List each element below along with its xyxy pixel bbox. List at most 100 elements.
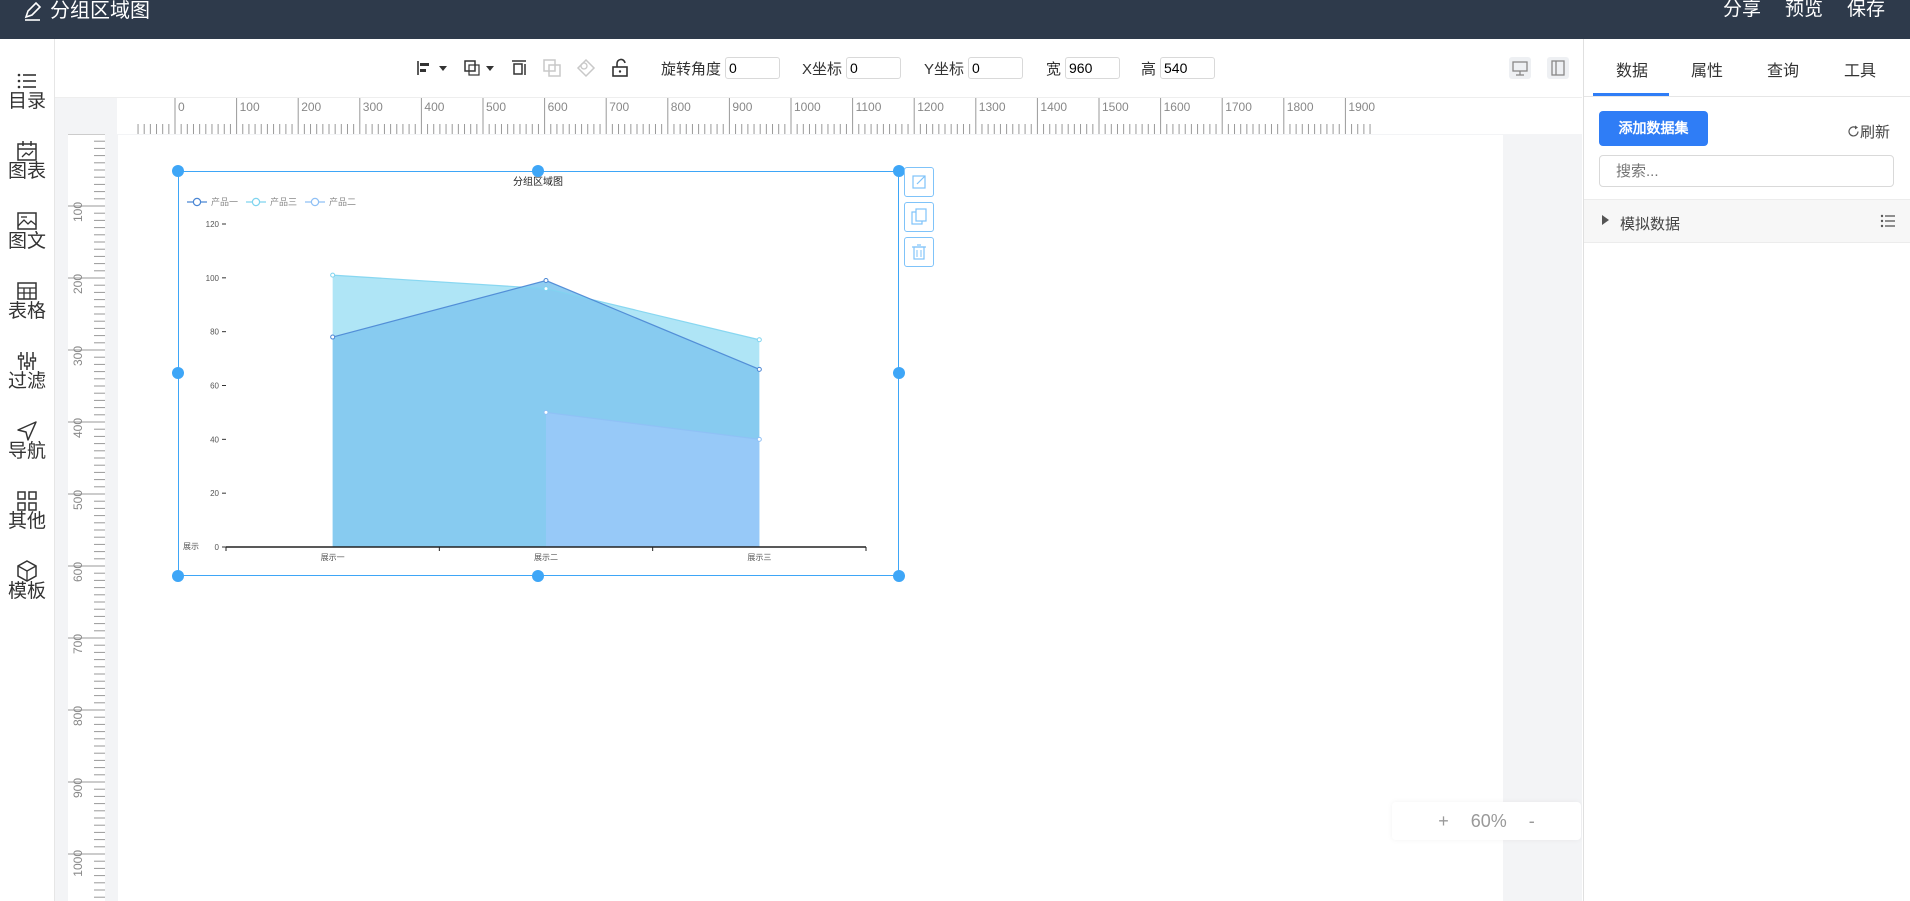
sidebar-item-label: 导航 [7,441,46,462]
x-label: X坐标 [802,60,843,78]
sidebar-item-catalog[interactable]: 目录 [0,69,54,133]
rotation-input[interactable] [725,57,781,79]
ruler-tick-label: 1000 [794,100,821,114]
data-point [756,436,762,442]
layout-icon[interactable] [1546,56,1570,80]
toolbar: 旋转角度 X坐标 Y坐标 宽 高 [55,39,1582,98]
ruler-tick-label: 1700 [1225,100,1252,114]
refresh-button[interactable]: 刷新 [1847,121,1890,142]
legend-symbol-marker [310,197,320,207]
dataset-row[interactable]: 模拟数据 [1584,199,1910,243]
sidebar-item-table[interactable]: 表格 [0,279,54,343]
sidebar-item-filter[interactable]: 过滤 [0,349,54,413]
delete-component-button[interactable] [904,237,934,267]
ruler-tick-label: 900 [71,778,85,798]
ruler-tick-label: 1200 [917,100,944,114]
ruler-tick-label: 1600 [1164,100,1191,114]
preview-button[interactable]: 预览 [1785,0,1823,22]
header-actions: 分享 预览 保存 [1723,0,1885,22]
sidebar-item-chart[interactable]: 图表 [0,139,54,203]
save-button[interactable]: 保存 [1847,0,1885,22]
ruler-tick-label: 500 [71,490,85,510]
dataset-name: 模拟数据 [1620,216,1681,233]
legend-label: 产品二 [329,196,356,207]
ruler-tick-label: 300 [71,346,85,366]
ruler-tick-label: 1000 [71,850,85,877]
layer-icon[interactable] [463,59,481,77]
data-point [756,337,762,343]
resize-handle-top-left[interactable] [172,165,184,177]
y-input[interactable] [968,57,1024,79]
zoom-out-button[interactable]: - [1529,811,1535,832]
height-label: 高 [1141,60,1157,78]
y-tick-label: 100 [206,274,220,283]
sidebar-item-label: 图表 [7,161,46,182]
chevron-down-icon[interactable] [484,62,496,74]
legend-label: 产品三 [270,196,297,207]
image-text-icon [17,212,37,230]
ruler-tick-label: 1500 [1102,100,1129,114]
width-input[interactable] [1065,57,1121,79]
width-label: 宽 [1046,60,1062,78]
design-canvas[interactable]: 分组区域图 产品一 产品三 产品二 0 20 40 60 80 100 120 展示一 展示二 展示三 展示 [118,135,1503,901]
y-tick-label: 120 [206,220,220,229]
zoom-in-button[interactable]: + [1438,811,1449,832]
list-icon[interactable] [1880,214,1896,228]
ruler-tick-label: 100 [71,202,85,222]
legend-symbol-marker [251,197,261,207]
view-tools [1508,55,1570,81]
data-point [543,286,549,292]
ruler-tick-label: 1300 [979,100,1006,114]
unlock-icon[interactable] [610,58,630,78]
share-button[interactable]: 分享 [1723,0,1761,22]
screen-icon[interactable] [1508,56,1532,80]
legend-label: 产品一 [211,196,238,207]
add-dataset-button[interactable]: 添加数据集 [1599,111,1708,146]
chart-calendar-icon [17,141,37,161]
height-input[interactable] [1160,57,1216,79]
distribute-icon[interactable] [510,59,528,77]
ruler-tick-label: 1100 [856,100,882,114]
trash-icon [912,244,926,260]
sidebar-item-label: 目录 [7,91,46,112]
resize-handle-bottom[interactable] [532,570,544,582]
ruler-tick-label: 1900 [1348,100,1375,114]
resize-handle-bottom-right[interactable] [893,570,905,582]
selected-chart-component[interactable]: 分组区域图 产品一 产品三 产品二 0 20 40 60 80 100 120 展示一 展示二 展示三 展示 [178,171,899,576]
resize-handle-top[interactable] [532,165,544,177]
tab-query[interactable]: 查询 [1767,57,1799,81]
group-icon [543,59,561,77]
right-panel: 数据 属性 查询 工具 添加数据集 刷新 模拟数据 [1583,39,1910,901]
edit-component-button[interactable] [904,167,934,197]
zoom-control: + 60% - [1392,802,1581,840]
x-input[interactable] [846,57,902,79]
copy-component-button[interactable] [904,202,934,232]
tab-tools[interactable]: 工具 [1844,57,1876,81]
chevron-down-icon[interactable] [437,62,449,74]
active-tab-indicator [1593,93,1669,96]
cube-icon [17,560,37,582]
align-left-icon[interactable] [416,59,434,77]
data-point [330,334,336,340]
tab-data[interactable]: 数据 [1616,57,1648,81]
caret-right-icon[interactable] [1600,214,1610,226]
y-field: Y坐标 [924,55,1024,81]
ruler-tick-label: 1800 [1287,100,1314,114]
ruler-tick-label: 800 [671,100,691,114]
resize-handle-bottom-left[interactable] [172,570,184,582]
sidebar-item-image-text[interactable]: 图文 [0,209,54,273]
height-field: 高 [1141,55,1216,81]
search-input[interactable] [1599,155,1894,187]
sidebar-item-template[interactable]: 模板 [0,559,54,623]
ruler-tick-label: 400 [424,100,444,114]
resize-handle-left[interactable] [172,367,184,379]
filter-icon [17,352,37,370]
data-point [330,272,336,278]
tab-properties[interactable]: 属性 [1691,57,1723,81]
resize-handle-right[interactable] [893,367,905,379]
sidebar-item-label: 其他 [7,511,46,532]
sidebar-item-other[interactable]: 其他 [0,489,54,553]
sidebar-item-navigation[interactable]: 导航 [0,419,54,483]
y-tick-label: 40 [210,435,219,444]
legend-symbol-marker [192,197,202,207]
